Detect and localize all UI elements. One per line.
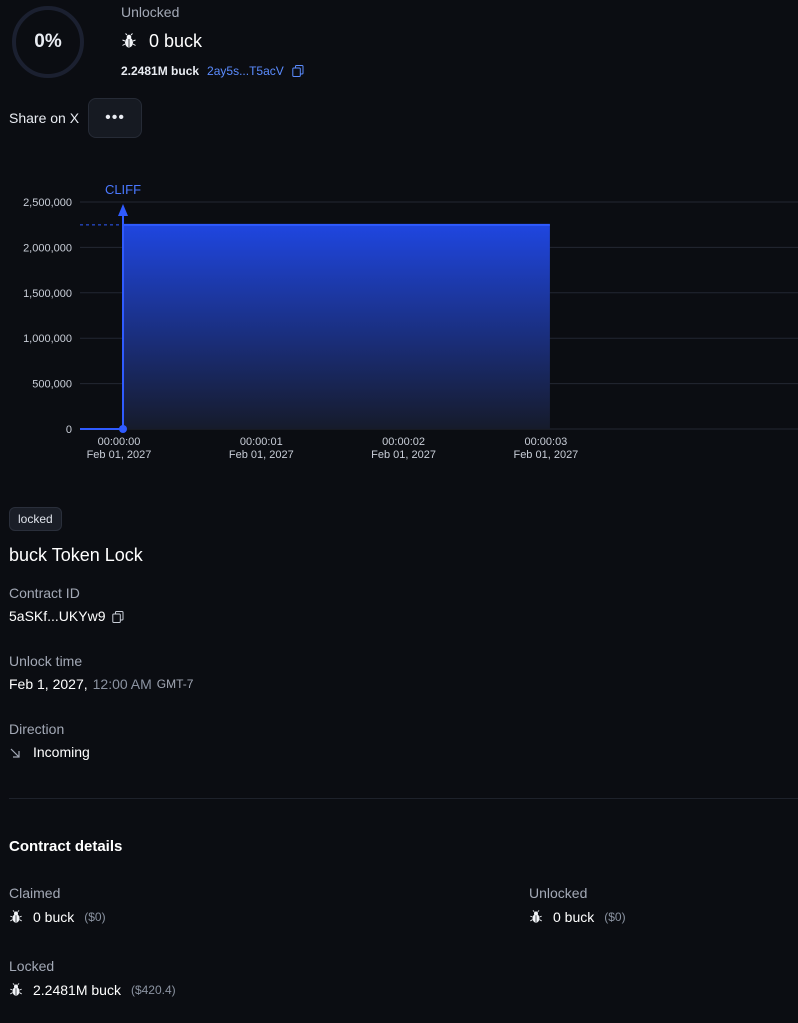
details-unlocked-label: Unlocked xyxy=(529,885,588,901)
bug-token-icon xyxy=(9,983,23,997)
unlock-time-label: Unlock time xyxy=(9,653,83,669)
x-tick-time: 00:00:03 xyxy=(524,436,567,448)
cliff-label: CLIFF xyxy=(105,182,141,197)
locked-amount-row: 2.2481M buck ($420.4) xyxy=(9,982,176,998)
chart-y-ticks: 2,500,000 2,000,000 1,500,000 1,000,000 500,… xyxy=(23,197,72,436)
token-address-link[interactable]: 2ay5s...T5acV xyxy=(207,64,284,78)
y-tick-label: 500,000 xyxy=(32,379,72,391)
x-tick-date: Feb 01, 2027 xyxy=(371,449,436,461)
cliff-arrow xyxy=(118,204,128,216)
token-lock-page: 0% Unlocked 0 buck 2.2481M buck 2ay5s...… xyxy=(0,0,798,1023)
locked-usd: ($420.4) xyxy=(130,983,176,997)
contract-id-value: 5aSKf...UKYw9 xyxy=(9,608,106,624)
contract-details-title: Contract details xyxy=(9,838,123,855)
unlock-progress-ring: 0% xyxy=(12,6,84,78)
y-tick-label: 2,000,000 xyxy=(23,242,72,254)
share-row: Share on X ••• xyxy=(9,98,143,138)
direction-value: Incoming xyxy=(33,744,90,760)
unlock-schedule-chart: 2,500,000 2,000,000 1,500,000 1,000,000 500,… xyxy=(0,170,798,470)
direction-label: Direction xyxy=(9,721,65,737)
unlocked-label: Unlocked xyxy=(121,4,180,20)
x-tick-time: 00:00:00 xyxy=(98,436,141,448)
unlock-time: 12:00 AM xyxy=(92,676,152,692)
bug-token-icon xyxy=(529,910,543,924)
unlocked-amount: 0 buck xyxy=(149,30,203,51)
details-unlocked-amount: 0 buck xyxy=(553,909,595,925)
status-badge: locked xyxy=(9,507,62,531)
y-tick-label: 0 xyxy=(66,424,72,436)
x-tick-date: Feb 01, 2027 xyxy=(513,449,578,461)
details-unlocked-amount-row: 0 buck ($0) xyxy=(529,909,626,925)
x-tick-time: 00:00:02 xyxy=(382,436,425,448)
x-tick-time: 00:00:01 xyxy=(240,436,283,448)
locked-amount: 2.2481M buck xyxy=(33,982,121,998)
unlock-date: Feb 1, 2027, xyxy=(9,676,88,692)
total-and-address-row: 2.2481M buck 2ay5s...T5acV xyxy=(121,63,304,79)
unlock-time-row: Feb 1, 2027, 12:00 AM GMT-7 xyxy=(9,676,193,692)
claimed-usd: ($0) xyxy=(84,910,106,924)
share-on-x-link[interactable]: Share on X xyxy=(9,110,79,126)
chart-x-ticks: 00:00:00Feb 01, 202700:00:01Feb 01, 2027… xyxy=(87,436,579,461)
bug-token-icon xyxy=(9,910,23,924)
locked-label: Locked xyxy=(9,958,55,974)
arrow-down-right-icon xyxy=(9,746,21,758)
y-tick-label: 1,000,000 xyxy=(23,333,72,345)
details-unlocked-usd: ($0) xyxy=(604,910,626,924)
bug-token-icon xyxy=(121,33,137,49)
contract-id-row: 5aSKf...UKYw9 xyxy=(9,608,124,624)
unlock-timezone: GMT-7 xyxy=(156,677,194,691)
x-tick-date: Feb 01, 2027 xyxy=(87,449,152,461)
section-divider xyxy=(9,798,798,799)
chart-svg: 2,500,000 2,000,000 1,500,000 1,000,000 500,… xyxy=(23,182,798,461)
locked-area xyxy=(123,224,550,429)
progress-percent: 0% xyxy=(34,31,62,52)
claimed-amount-row: 0 buck ($0) xyxy=(9,909,106,925)
contract-id-label: Contract ID xyxy=(9,585,80,601)
unlocked-amount-row: 0 buck xyxy=(121,30,202,52)
x-tick-date: Feb 01, 2027 xyxy=(229,449,294,461)
more-options-button[interactable]: ••• xyxy=(88,98,143,138)
chart-series: CLIFF xyxy=(80,182,550,433)
copy-icon[interactable] xyxy=(111,610,124,623)
claimed-amount: 0 buck xyxy=(33,909,75,925)
cliff-point xyxy=(119,425,127,433)
y-tick-label: 1,500,000 xyxy=(23,288,72,300)
y-tick-label: 2,500,000 xyxy=(23,197,72,209)
lock-title: buck Token Lock xyxy=(9,545,143,565)
total-amount: 2.2481M buck xyxy=(121,64,200,78)
claimed-label: Claimed xyxy=(9,885,61,901)
direction-row: Incoming xyxy=(9,744,90,760)
copy-icon[interactable] xyxy=(292,65,304,77)
